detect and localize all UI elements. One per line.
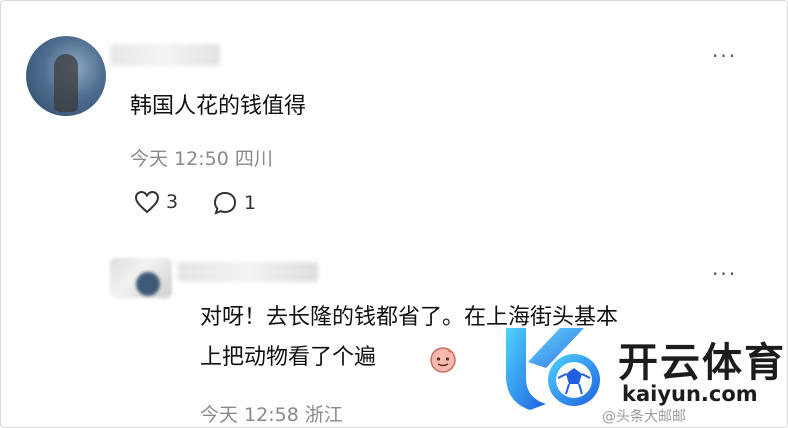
emoji-sticker-icon (428, 344, 458, 374)
username-blurred[interactable] (110, 44, 220, 66)
user-avatar[interactable] (26, 36, 106, 116)
reply-button[interactable]: 1 (212, 190, 256, 216)
watermark-credit: @头条大邮邮 (602, 409, 686, 425)
comment-bubble-icon (213, 191, 237, 215)
like-button[interactable]: 3 (134, 190, 178, 214)
comment-time-location: 今天 12:50 四川 (130, 148, 273, 170)
more-options-icon[interactable]: ··· (712, 44, 737, 68)
heart-icon (134, 190, 160, 214)
like-count: 3 (166, 191, 179, 213)
reply-username-blurred[interactable] (178, 262, 318, 282)
reply-text-line-2: 上把动物看了个遍 (200, 345, 377, 370)
reply-count: 1 (244, 192, 257, 214)
watermark-logo (500, 318, 612, 418)
reply-user-avatar[interactable] (110, 258, 172, 298)
reply-more-options-icon[interactable]: ··· (712, 262, 737, 286)
reply-time-location: 今天 12:58 浙江 (200, 404, 343, 426)
watermark-brand: 开云体育 (618, 340, 786, 386)
comment-text: 韩国人花的钱值得 (130, 94, 307, 119)
watermark-url: kaiyun.com (622, 382, 758, 406)
